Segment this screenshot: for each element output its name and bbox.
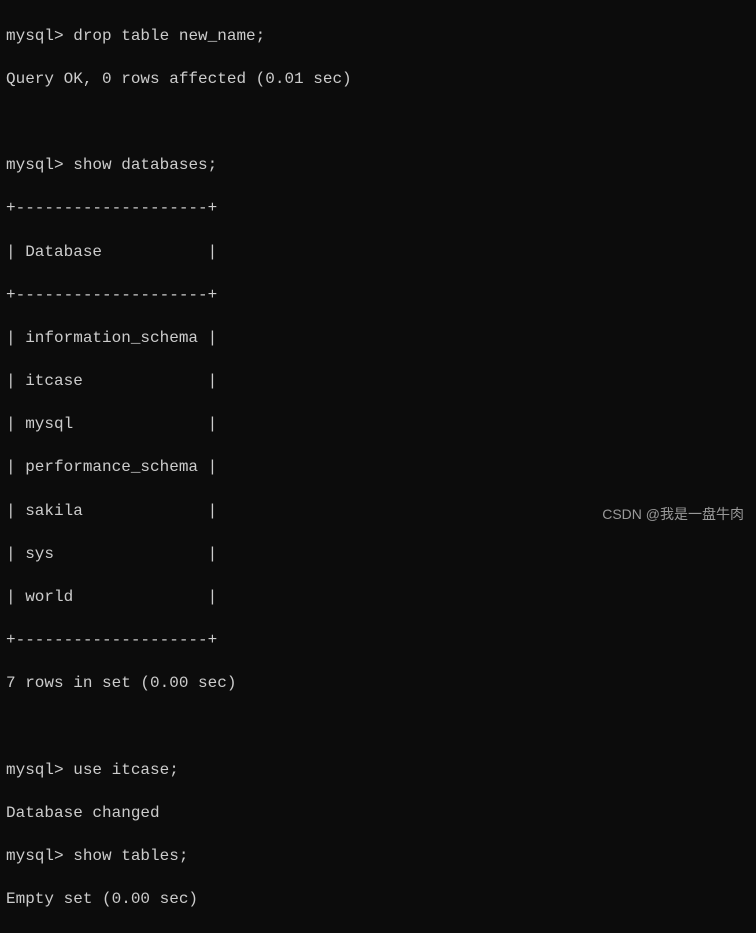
prompt: mysql>: [6, 847, 64, 865]
table-border: +--------------------+: [6, 285, 750, 307]
table-row: | mysql |: [6, 414, 750, 436]
command-text: use itcase;: [73, 761, 179, 779]
table-border: +--------------------+: [6, 198, 750, 220]
table-row: | itcase |: [6, 371, 750, 393]
query-result: Query OK, 0 rows affected (0.01 sec): [6, 69, 750, 91]
table-header: | Database |: [6, 242, 750, 264]
result-text: Database changed: [6, 803, 750, 825]
table-border: +--------------------+: [6, 630, 750, 652]
rows-count: 7 rows in set (0.00 sec): [6, 673, 750, 695]
result-text: Empty set (0.00 sec): [6, 889, 750, 911]
table-row: | performance_schema |: [6, 457, 750, 479]
table-row: | information_schema |: [6, 328, 750, 350]
command-text: show databases;: [73, 156, 217, 174]
command-text: drop table new_name;: [73, 27, 265, 45]
command-line[interactable]: mysql> show databases;: [6, 155, 750, 177]
table-row: | sys |: [6, 544, 750, 566]
prompt: mysql>: [6, 156, 64, 174]
blank-line: [6, 717, 750, 739]
table-row: | world |: [6, 587, 750, 609]
command-line[interactable]: mysql> show tables;: [6, 846, 750, 868]
command-line[interactable]: mysql> use itcase;: [6, 760, 750, 782]
blank-line: [6, 112, 750, 134]
command-text: show tables;: [73, 847, 188, 865]
watermark: CSDN @我是一盘牛肉: [602, 505, 744, 524]
command-line[interactable]: mysql> drop table new_name;: [6, 26, 750, 48]
prompt: mysql>: [6, 761, 64, 779]
prompt: mysql>: [6, 27, 64, 45]
terminal-output: mysql> drop table new_name; Query OK, 0 …: [6, 4, 750, 933]
